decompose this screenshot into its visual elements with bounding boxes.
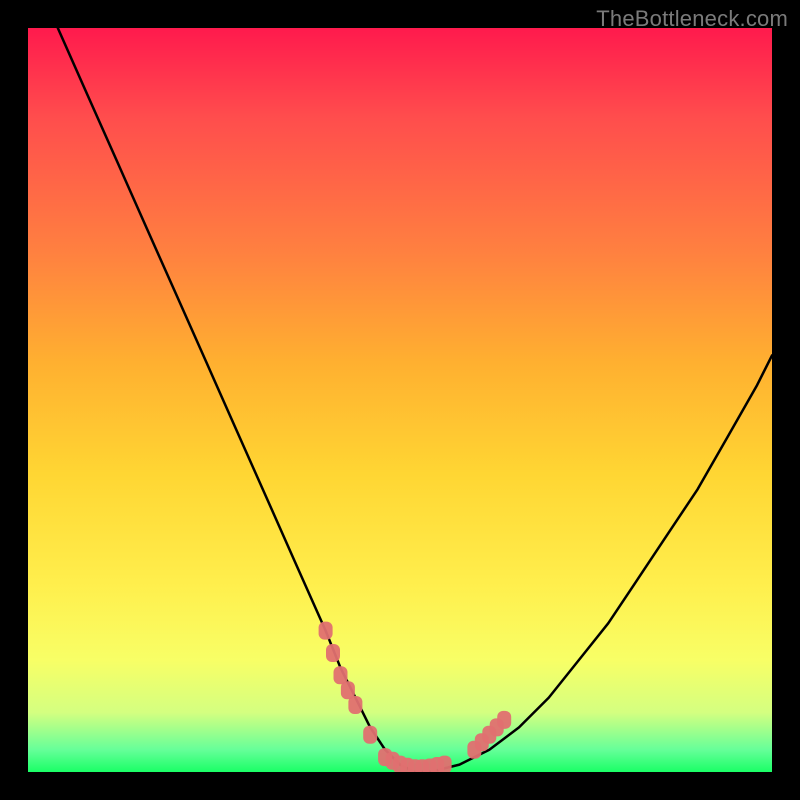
highlighted-points (319, 622, 512, 772)
chart-plot-area (28, 28, 772, 772)
chart-frame: TheBottleneck.com (0, 0, 800, 800)
chart-svg (28, 28, 772, 772)
watermark-text: TheBottleneck.com (596, 6, 788, 32)
bottleneck-curve (58, 28, 772, 772)
